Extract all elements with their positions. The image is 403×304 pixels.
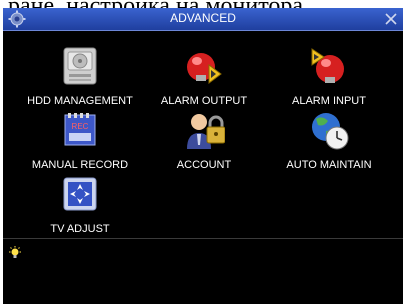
menu-item-label: MANUAL RECORD bbox=[31, 159, 129, 171]
alarm-output-icon bbox=[187, 53, 222, 84]
menu-item-manual-record[interactable]: REC MANUAL RECORD bbox=[10, 109, 150, 172]
account-lock-icon bbox=[187, 114, 225, 149]
close-icon[interactable] bbox=[382, 10, 400, 28]
hard-disk-icon bbox=[63, 47, 97, 85]
auto-maintain-icon bbox=[312, 113, 349, 150]
menu-item-label: ALARM OUTPUT bbox=[160, 95, 248, 107]
menu-item-alarm-input[interactable]: ALARM INPUT bbox=[259, 45, 399, 108]
advanced-window: ADVANCED HDD MANAGEMENT ALARM OUTPUT ALA… bbox=[3, 8, 403, 304]
menu-item-alarm-output[interactable]: ALARM OUTPUT bbox=[134, 45, 274, 108]
status-divider bbox=[3, 238, 403, 239]
title-bar: ADVANCED bbox=[3, 8, 403, 31]
alarm-input-icon bbox=[311, 48, 344, 83]
menu-item-auto-maintain[interactable]: AUTO MAINTAIN bbox=[259, 109, 399, 172]
tv-adjust-icon bbox=[63, 177, 97, 211]
menu-item-tv-adjust[interactable]: TV ADJUST bbox=[10, 173, 150, 236]
svg-text:REC: REC bbox=[72, 122, 89, 131]
menu-item-hdd-management[interactable]: HDD MANAGEMENT bbox=[10, 45, 150, 108]
menu-item-label: ACCOUNT bbox=[176, 159, 232, 171]
menu-item-label: HDD MANAGEMENT bbox=[27, 95, 133, 107]
menu-item-account[interactable]: ACCOUNT bbox=[134, 109, 274, 172]
manual-record-icon: REC bbox=[64, 113, 96, 146]
menu-item-label: TV ADJUST bbox=[50, 223, 110, 235]
lightbulb-icon bbox=[9, 246, 21, 258]
menu-item-label: ALARM INPUT bbox=[292, 95, 366, 107]
menu-item-label: AUTO MAINTAIN bbox=[286, 159, 372, 171]
window-title: ADVANCED bbox=[170, 11, 236, 25]
